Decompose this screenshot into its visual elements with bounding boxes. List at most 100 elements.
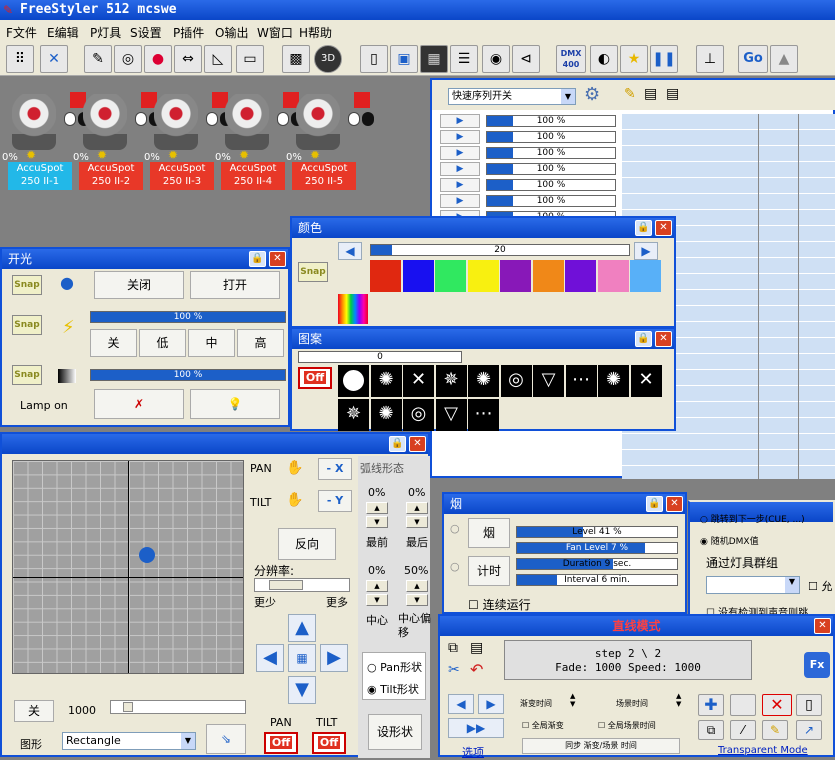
cut-icon[interactable]: ✂: [448, 662, 460, 678]
spin-up-icon[interactable]: ▲: [406, 580, 428, 592]
fixture-item[interactable]: 0% ✹ AccuSpot 250 II-2: [73, 90, 161, 190]
off-button[interactable]: 关: [14, 700, 54, 722]
gobo-item[interactable]: ✺: [370, 365, 402, 397]
warning-icon[interactable]: ▲: [770, 45, 798, 73]
strobe-button-3[interactable]: 高: [237, 329, 284, 357]
color-swatch[interactable]: [500, 260, 531, 292]
gobo-item[interactable]: ◎: [403, 399, 434, 431]
pantilt-position-dot[interactable]: [139, 547, 155, 563]
lock-icon[interactable]: 🔒: [389, 436, 406, 452]
options-link[interactable]: 选项: [462, 744, 484, 760]
timer-radio[interactable]: ○: [450, 560, 460, 573]
faders-icon[interactable]: ☰: [450, 45, 478, 73]
color-slider[interactable]: 20: [370, 244, 630, 256]
shape-apply-button[interactable]: ⇘: [206, 724, 246, 754]
blank-icon[interactable]: [730, 694, 756, 716]
spin-icon[interactable]: ▲ ▼: [570, 692, 575, 708]
menu-item-1[interactable]: E编辑: [47, 24, 79, 41]
copy-icon[interactable]: ⧉: [448, 640, 458, 656]
speaker-icon[interactable]: ◉: [482, 45, 510, 73]
spin-down-icon[interactable]: ▼: [406, 516, 428, 528]
set-shape-button[interactable]: 设形状: [368, 714, 422, 750]
color-swatch[interactable]: [630, 260, 661, 292]
gobo-item[interactable]: ✺: [370, 399, 402, 431]
doc-arrow-icon[interactable]: ↗: [796, 720, 822, 740]
delete-icon[interactable]: ✕: [762, 694, 792, 716]
sequence-bar[interactable]: 100 %: [486, 147, 616, 159]
strobe-button-0[interactable]: 关: [90, 329, 137, 357]
speed-slider[interactable]: [110, 700, 246, 714]
doc-edit-icon[interactable]: ✎: [762, 720, 788, 740]
gear-icon[interactable]: ⚙: [584, 84, 600, 105]
global-scene-checkbox[interactable]: ☐ 全局场景时间: [598, 720, 656, 731]
close-icon[interactable]: ✕: [655, 331, 672, 347]
prev-step-icon[interactable]: ◀: [448, 694, 474, 714]
up-arrow-icon[interactable]: ▲: [288, 614, 316, 642]
lock-icon[interactable]: 🔒: [249, 251, 266, 267]
gobo-item[interactable]: ✕: [403, 365, 434, 397]
snap-button[interactable]: Snap: [298, 262, 328, 282]
minus-y-button[interactable]: - Y: [318, 490, 352, 512]
sequence-bar[interactable]: 100 %: [486, 131, 616, 143]
lock-icon[interactable]: 🔒: [646, 496, 663, 512]
gobo-item[interactable]: [338, 365, 369, 397]
add-icon[interactable]: ✚: [698, 694, 724, 716]
snap-button[interactable]: Snap: [12, 365, 42, 385]
close-icon[interactable]: ✕: [666, 496, 683, 512]
gobo-item[interactable]: ✵: [338, 399, 369, 431]
menu-item-4[interactable]: P插件: [173, 24, 204, 41]
play-icon[interactable]: ▶: [440, 146, 480, 160]
right-arrow-icon[interactable]: ▶: [320, 644, 348, 672]
doc2-icon[interactable]: ▤: [666, 86, 679, 102]
color-swatch[interactable]: [402, 260, 434, 292]
lamp-off-button[interactable]: ✗: [94, 389, 184, 419]
menu-item-2[interactable]: P灯具: [90, 24, 121, 41]
shape-select[interactable]: Rectangle ▼: [62, 732, 196, 750]
pencil-icon[interactable]: ✎: [84, 45, 112, 73]
fast-forward-icon[interactable]: ▶▶: [448, 718, 504, 738]
sequence-bar[interactable]: 100 %: [486, 195, 616, 207]
transparent-mode-link[interactable]: Transparent Mode: [718, 745, 808, 756]
down-arrow-icon[interactable]: ▼: [288, 676, 316, 704]
frame-icon[interactable]: ▭: [236, 45, 264, 73]
gobo-wheel-icon[interactable]: ◎: [114, 45, 142, 73]
center-icon[interactable]: ▦: [288, 644, 316, 672]
close-icon[interactable]: ✕: [814, 618, 831, 634]
menu-item-0[interactable]: F文件: [6, 24, 37, 41]
sequence-bar[interactable]: 100 %: [486, 179, 616, 191]
color-right-arrow-icon[interactable]: ▶: [634, 242, 658, 260]
interval-bar[interactable]: Interval 6 min.: [516, 574, 678, 586]
gobo-item[interactable]: ⋯: [468, 399, 499, 431]
file-icon[interactable]: ▯: [796, 694, 822, 716]
sequence-bar[interactable]: 100 %: [486, 163, 616, 175]
master-fader-icon[interactable]: ⊥: [696, 45, 724, 73]
keyboard-icon[interactable]: ▦: [420, 45, 448, 73]
go-button[interactable]: Go: [738, 45, 768, 73]
tilt-off-button[interactable]: Off: [312, 732, 346, 754]
color-swatch[interactable]: [597, 260, 629, 292]
gobo-off-button[interactable]: Off: [298, 367, 332, 389]
pan-tilt-icon[interactable]: ⇔: [174, 45, 202, 73]
pause-icon[interactable]: ❚❚: [650, 45, 678, 73]
fixture-item[interactable]: 0% ✹ AccuSpot 250 II-3: [144, 90, 232, 190]
spin-down-icon[interactable]: ▼: [366, 516, 388, 528]
gobo-item[interactable]: ✕: [630, 365, 662, 397]
sequence-bar[interactable]: 100 %: [486, 115, 616, 127]
open-shutter-button[interactable]: 打开: [190, 271, 280, 299]
pan-off-button[interactable]: Off: [264, 732, 298, 754]
color-swatch[interactable]: [532, 260, 564, 292]
strobe-button-2[interactable]: 中: [188, 329, 235, 357]
allow-checkbox[interactable]: ☐ 允: [808, 578, 832, 594]
ungroup-icon[interactable]: ✕: [40, 45, 68, 73]
continuous-checkbox[interactable]: ☐ 连续运行: [468, 596, 531, 613]
gobo-item[interactable]: ⋯: [565, 365, 597, 397]
fixture-item[interactable]: 0% ✹ AccuSpot 250 II-1: [2, 90, 90, 190]
play-icon[interactable]: ▶: [440, 114, 480, 128]
sequence-dropdown[interactable]: 快速序列开关 ▼: [448, 88, 576, 105]
lamp-bar[interactable]: 100 %: [90, 369, 286, 381]
minus-x-button[interactable]: - X: [318, 458, 352, 480]
sync-button[interactable]: 同步 渐变/场景 时间: [522, 738, 680, 754]
mouse-icon[interactable]: ◐: [590, 45, 618, 73]
left-arrow-icon[interactable]: ◀: [256, 644, 284, 672]
random-radio[interactable]: ◉ 随机DMX值: [700, 534, 759, 547]
